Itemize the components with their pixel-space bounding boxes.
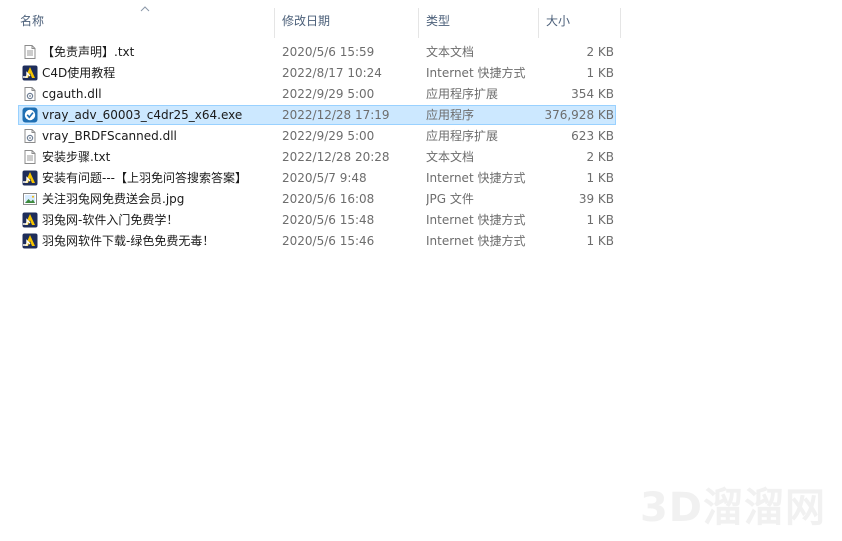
column-header-type-label: 类型 — [426, 14, 451, 28]
dll-file-icon — [22, 86, 38, 102]
file-size: 354 KB — [571, 87, 614, 101]
file-size: 2 KB — [586, 150, 614, 164]
file-size: 623 KB — [571, 129, 614, 143]
file-row[interactable]: vray_adv_60003_c4dr25_x64.exe 2022/12/28 … — [18, 105, 616, 125]
file-name: 【免责声明】.txt — [42, 45, 135, 59]
file-type: Internet 快捷方式 — [426, 171, 526, 185]
file-type: 应用程序扩展 — [426, 129, 499, 143]
file-size: 1 KB — [586, 66, 614, 80]
file-type: Internet 快捷方式 — [426, 213, 526, 227]
file-name: vray_adv_60003_c4dr25_x64.exe — [42, 108, 243, 122]
file-name: 羽兔网软件下载-绿色免费无毒！ — [42, 234, 215, 248]
internet-shortcut-icon — [22, 233, 38, 249]
sort-ascending-icon — [140, 6, 150, 12]
column-header-bar: 名称 修改日期 类型 大小 — [0, 0, 842, 42]
file-size: 2 KB — [586, 45, 614, 59]
file-type: Internet 快捷方式 — [426, 66, 526, 80]
file-row[interactable]: 【免责声明】.txt 2020/5/6 15:59 文本文档 2 KB — [18, 42, 616, 62]
file-type: JPG 文件 — [426, 192, 474, 206]
internet-shortcut-icon — [22, 65, 38, 81]
file-row[interactable]: vray_BRDFScanned.dll 2022/9/29 5:00 应用程序扩展… — [18, 126, 616, 146]
column-divider[interactable] — [274, 8, 275, 38]
file-modified-date: 2022/8/17 10:24 — [282, 66, 382, 80]
internet-shortcut-icon — [22, 212, 38, 228]
file-row[interactable]: 安装步骤.txt 2022/12/28 20:28 文本文档 2 KB — [18, 147, 616, 167]
file-name: cgauth.dll — [42, 87, 102, 101]
image-file-icon — [22, 191, 38, 207]
column-header-date-label: 修改日期 — [282, 14, 331, 28]
file-modified-date: 2020/5/6 15:59 — [282, 45, 375, 59]
file-type: 文本文档 — [426, 150, 475, 164]
column-header-type[interactable]: 类型 — [420, 0, 538, 42]
file-name: vray_BRDFScanned.dll — [42, 129, 177, 143]
file-size: 376,928 KB — [544, 108, 614, 122]
column-divider[interactable] — [538, 8, 539, 38]
file-row[interactable]: 安装有问题---【上羽免问答搜索答案】 2020/5/7 9:48 Internet… — [18, 168, 616, 188]
file-row[interactable]: cgauth.dll 2022/9/29 5:00 应用程序扩展 354 KB — [18, 84, 616, 104]
file-row[interactable]: 羽兔网-软件入门免费学！ 2020/5/6 15:48 Internet 快捷方式 1… — [18, 210, 616, 230]
file-size: 39 KB — [578, 192, 614, 206]
file-modified-date: 2020/5/6 15:48 — [282, 213, 375, 227]
column-divider[interactable] — [620, 8, 621, 38]
file-modified-date: 2022/12/28 20:28 — [282, 150, 390, 164]
file-row[interactable]: 羽兔网软件下载-绿色免费无毒！ 2020/5/6 15:46 Internet 快捷… — [18, 231, 616, 251]
file-name: C4D使用教程 — [42, 66, 116, 80]
file-row[interactable]: 关注羽兔网免费送会员.jpg 2020/5/6 16:08 JPG 文件 39 KB — [18, 189, 616, 209]
file-type: 应用程序扩展 — [426, 87, 499, 101]
file-name: 关注羽兔网免费送会员.jpg — [42, 192, 185, 206]
file-explorer-pane: 名称 修改日期 类型 大小 【免责声明】.txt 2020/5/6 15:59 文本… — [0, 0, 842, 541]
column-divider[interactable] — [418, 8, 419, 38]
file-size: 1 KB — [586, 171, 614, 185]
file-modified-date: 2022/9/29 5:00 — [282, 87, 375, 101]
file-size: 1 KB — [586, 213, 614, 227]
file-row[interactable]: C4D使用教程 2022/8/17 10:24 Internet 快捷方式 1 KB — [18, 63, 616, 83]
file-name: 安装有问题---【上羽免问答搜索答案】 — [42, 171, 247, 185]
file-modified-date: 2022/12/28 17:19 — [282, 108, 390, 122]
vray-installer-icon — [22, 107, 38, 123]
file-type: 文本文档 — [426, 45, 475, 59]
text-file-icon — [22, 44, 38, 60]
file-name: 安装步骤.txt — [42, 150, 111, 164]
column-header-name-label: 名称 — [20, 14, 45, 28]
column-header-date[interactable]: 修改日期 — [276, 0, 418, 42]
internet-shortcut-icon — [22, 170, 38, 186]
file-name: 羽兔网-软件入门免费学！ — [42, 213, 179, 227]
file-type: Internet 快捷方式 — [426, 234, 526, 248]
dll-file-icon — [22, 128, 38, 144]
file-modified-date: 2020/5/6 15:46 — [282, 234, 375, 248]
column-header-size-label: 大小 — [546, 14, 571, 28]
file-type: 应用程序 — [426, 108, 475, 122]
column-header-size[interactable]: 大小 — [540, 0, 620, 42]
text-file-icon — [22, 149, 38, 165]
file-modified-date: 2022/9/29 5:00 — [282, 129, 375, 143]
file-modified-date: 2020/5/7 9:48 — [282, 171, 367, 185]
watermark-logo: 3D溜溜网 — [639, 485, 826, 531]
file-size: 1 KB — [586, 234, 614, 248]
file-modified-date: 2020/5/6 16:08 — [282, 192, 375, 206]
